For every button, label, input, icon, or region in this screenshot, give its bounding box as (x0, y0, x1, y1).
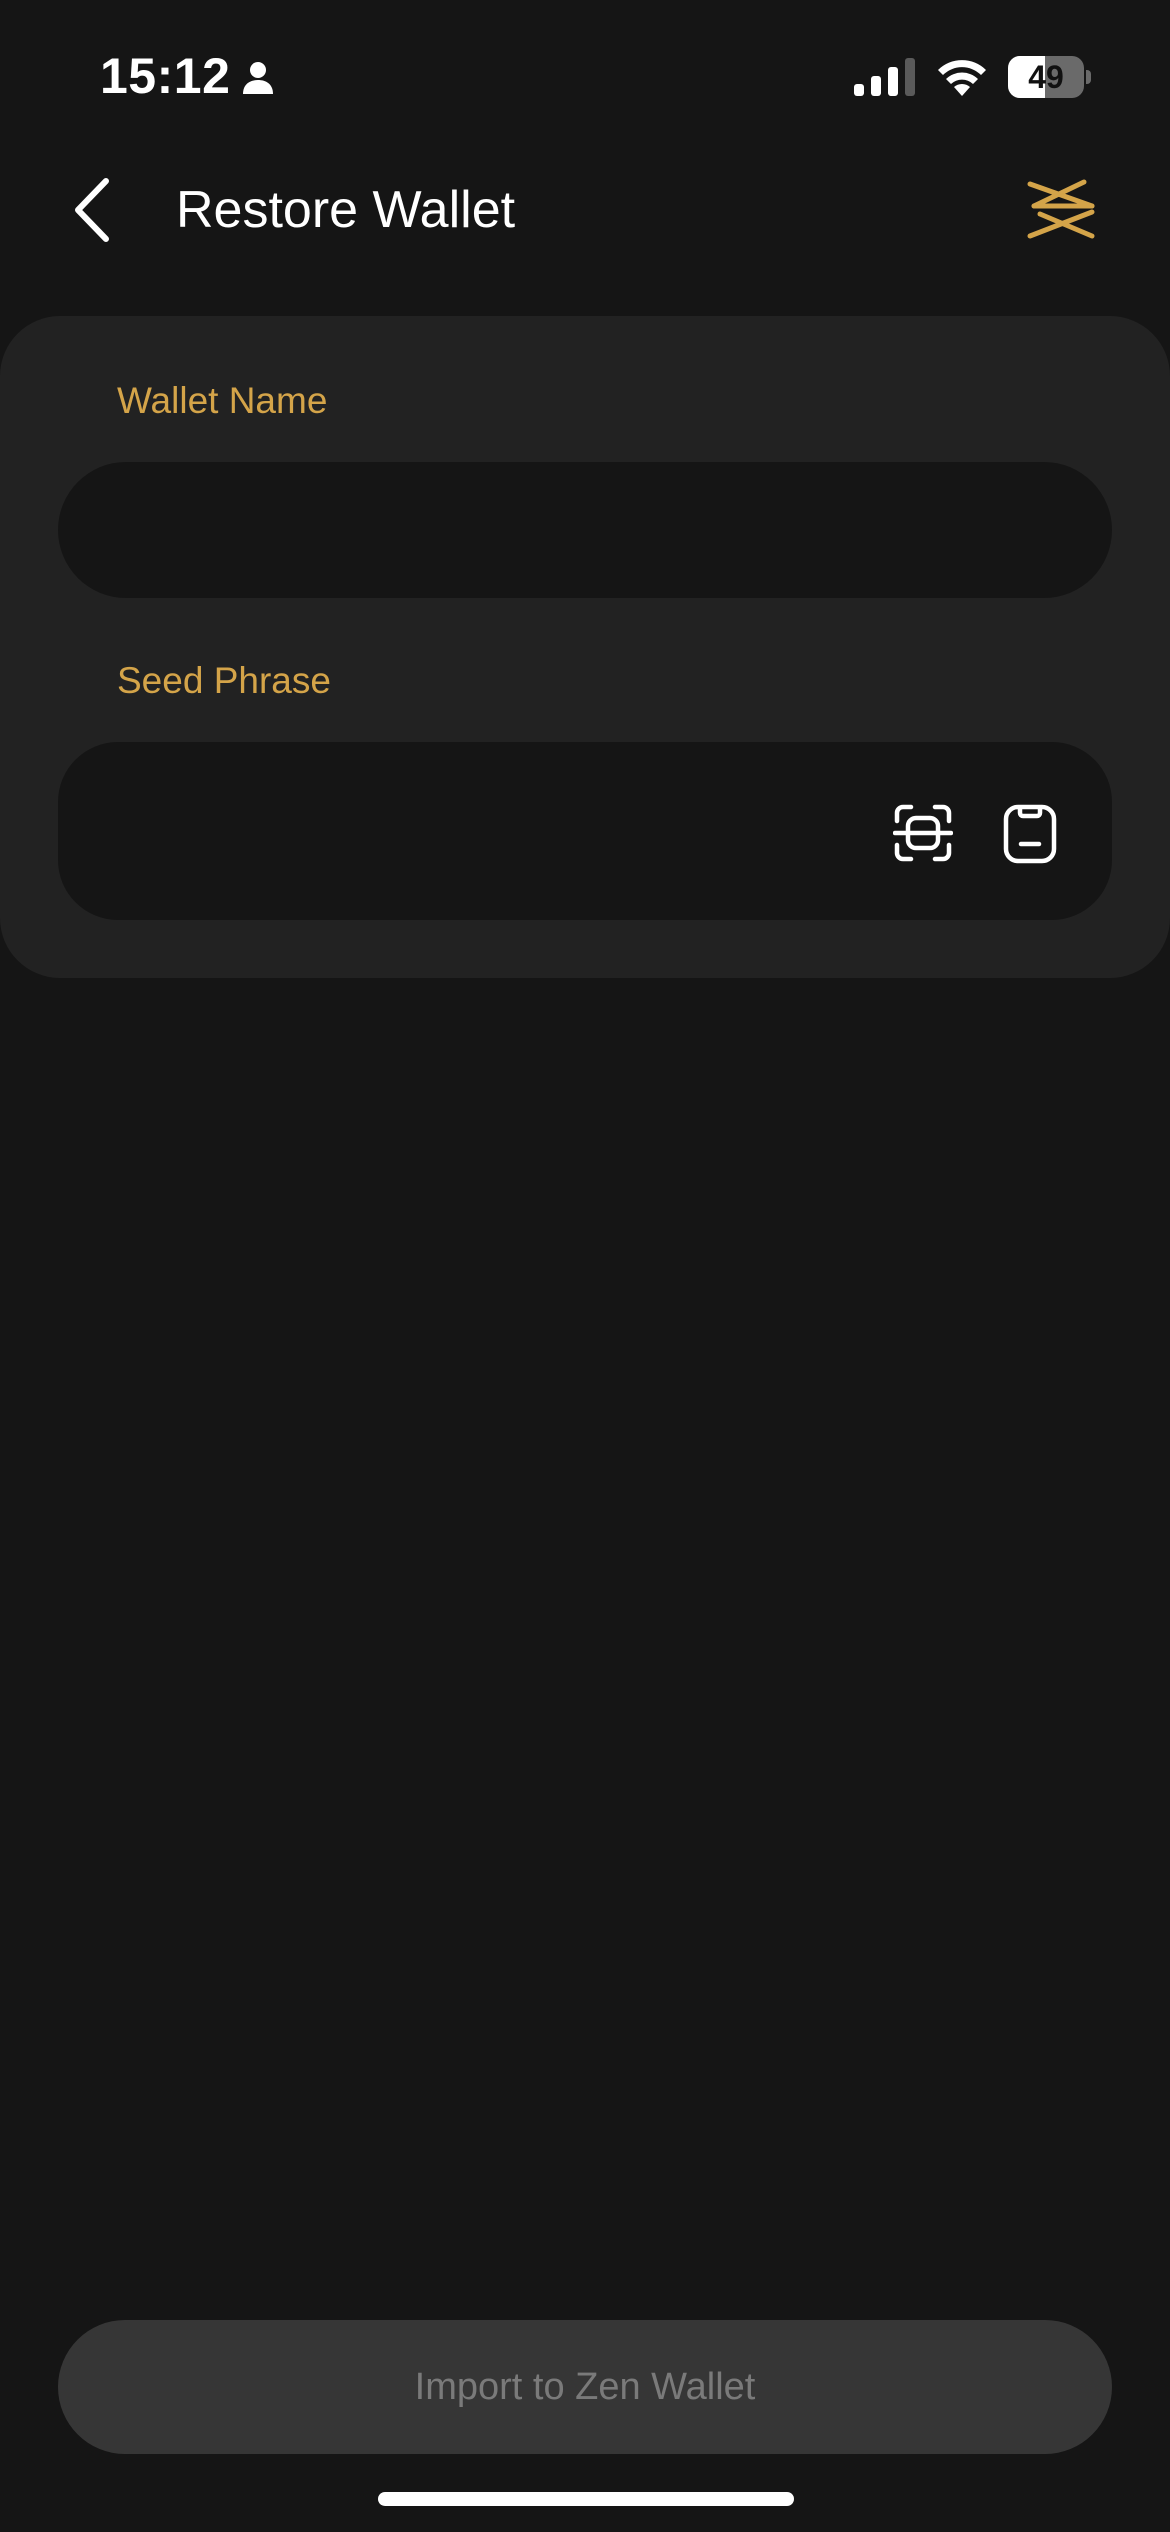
person-icon (243, 62, 273, 94)
import-wallet-button[interactable]: Import to Zen Wallet (58, 2320, 1112, 2454)
status-time: 15:12 (100, 48, 231, 104)
seed-phrase-input[interactable] (108, 742, 892, 922)
seed-phrase-label: Seed Phrase (117, 660, 331, 701)
battery-body: 49 (1008, 56, 1084, 98)
battery-level: 49 (1028, 59, 1064, 95)
clipboard-icon (1003, 804, 1057, 864)
paste-button[interactable] (1002, 801, 1058, 865)
wallet-name-field[interactable] (58, 462, 1112, 600)
wifi-icon (938, 60, 986, 96)
wallet-name-label: Wallet Name (117, 380, 328, 421)
seed-phrase-field[interactable] (58, 742, 1112, 922)
zen-logo-icon (1027, 179, 1095, 239)
chevron-left-icon (75, 178, 109, 242)
battery-indicator: 49 (1008, 56, 1091, 98)
status-bar: 15:12 49 (0, 0, 1170, 150)
scan-qr-icon (893, 804, 953, 862)
back-button[interactable] (62, 170, 122, 250)
home-indicator (378, 2492, 794, 2506)
cellular-signal-icon (854, 58, 915, 96)
battery-tip (1086, 70, 1091, 84)
wallet-name-input[interactable] (108, 462, 892, 600)
page-title: Restore Wallet (176, 181, 516, 239)
scan-qr-button[interactable] (893, 803, 953, 863)
